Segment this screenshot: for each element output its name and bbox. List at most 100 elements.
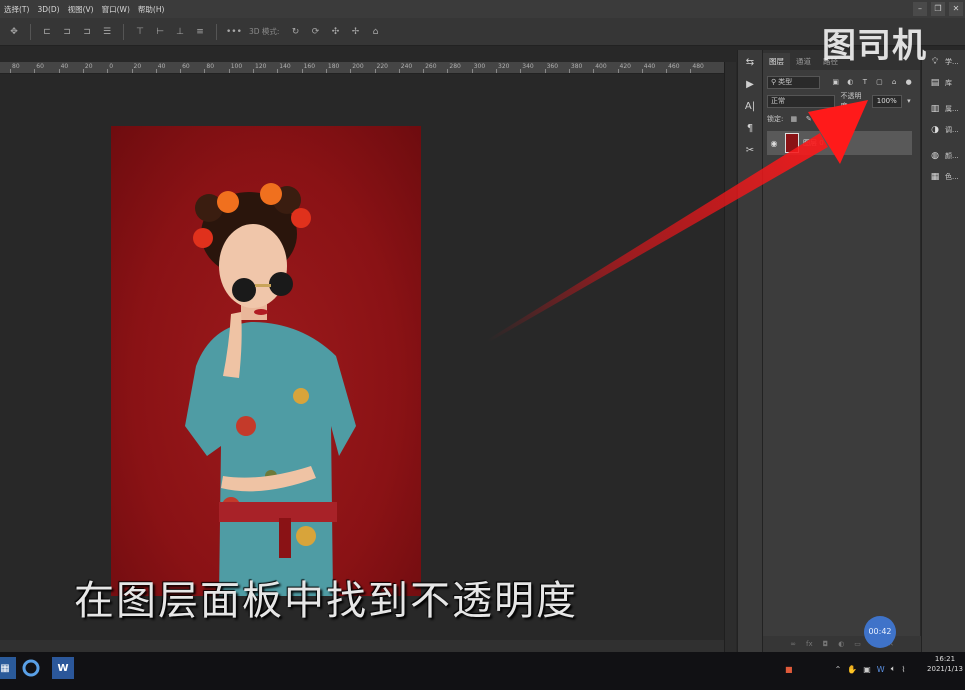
ruler-tick — [277, 69, 279, 73]
menu-select[interactable]: 选择(T) — [0, 4, 33, 15]
browser-icon[interactable] — [20, 657, 42, 679]
ruler-tick-label: 20 — [84, 63, 93, 70]
align-right-icon[interactable]: ⊐ — [80, 25, 94, 39]
library-icon: ▤ — [930, 78, 940, 88]
fx-icon[interactable]: fx — [806, 640, 813, 648]
ruler-tick — [593, 69, 595, 73]
panel-tool-strip: ⇆ ▶ A| ¶ ✂ — [737, 50, 762, 652]
menu-view[interactable]: 视图(V) — [64, 4, 98, 15]
taskbar: ▦ W ■ ⌃ ✋ ▣ W 🔈︎ ⌇ 16:21 2021/1/13 — [0, 652, 965, 690]
word-icon[interactable]: W — [52, 657, 74, 679]
right-panel-item[interactable]: ▤ 库 — [922, 74, 965, 92]
adjustment-filter-icon[interactable]: ◐ — [845, 77, 856, 88]
ruler-tick — [447, 69, 449, 73]
play-icon[interactable]: ▶ — [740, 76, 760, 94]
right-panel-item[interactable]: ▥ 属... — [922, 100, 965, 118]
pan-3d-icon[interactable]: ✣ — [328, 25, 342, 39]
tools-icon[interactable]: ✂ — [740, 142, 760, 160]
character-icon[interactable]: A| — [740, 98, 760, 116]
align-left-icon[interactable]: ⊏ — [40, 25, 54, 39]
ruler-tick-label: 200 — [352, 63, 364, 70]
right-panel-item[interactable]: ◍ 颜... — [922, 147, 965, 165]
canvas-photo — [111, 126, 421, 596]
ruler-tick-label: 420 — [619, 63, 631, 70]
history-icon[interactable]: ⇆ — [740, 54, 760, 72]
tab-channels[interactable]: 通道 — [790, 53, 817, 70]
more-options-icon[interactable]: ••• — [226, 25, 242, 39]
ruler-tick — [34, 69, 36, 73]
roll-3d-icon[interactable]: ⟳ — [308, 25, 322, 39]
divider — [30, 23, 31, 40]
layers-panel-footer: ∞ fx ◘ ◐ ▭ ＋ ✕ — [763, 636, 921, 652]
layer-filter-select[interactable]: ⚲ 类型 — [767, 75, 821, 89]
ruler-tick-label: 280 — [449, 63, 461, 70]
move-icon[interactable]: ✥ — [7, 25, 21, 39]
hand-icon[interactable]: ✋ — [847, 665, 857, 674]
distribute-vertical-icon[interactable]: ≡ — [193, 25, 207, 39]
ruler-tick — [228, 69, 230, 73]
pixel-filter-icon[interactable]: ▣ — [830, 77, 841, 88]
chevron-up-icon[interactable]: ⌃ — [835, 665, 842, 674]
divider — [123, 23, 124, 40]
wifi-icon[interactable]: ⌇ — [902, 665, 906, 674]
ruler-tick-label: 240 — [400, 63, 413, 70]
eye-icon[interactable]: ◉ — [767, 139, 781, 148]
mask-icon[interactable]: ◘ — [823, 640, 829, 648]
filter-toggle-icon[interactable]: ● — [903, 77, 914, 88]
align-top-icon[interactable]: ⊤ — [133, 25, 147, 39]
paragraph-icon[interactable]: ¶ — [740, 120, 760, 138]
vertical-scrollbar[interactable] — [724, 62, 736, 652]
restore-icon[interactable]: ❐ — [931, 2, 945, 16]
layer-filter-value: 类型 — [778, 77, 793, 86]
ruler-tick — [374, 69, 376, 73]
clock-time: 16:21 — [934, 655, 956, 663]
lock-transparent-icon[interactable]: ▦ — [788, 114, 799, 125]
app-tray-icon[interactable]: ■ — [785, 665, 793, 674]
ruler-tick-label: 300 — [473, 63, 486, 70]
distribute-icon[interactable]: ☰ — [100, 25, 114, 39]
start-icon[interactable]: ▦ — [0, 657, 16, 679]
volume-icon[interactable]: 🔈︎ — [891, 664, 896, 674]
ruler-tick-label: 440 — [643, 63, 656, 70]
portrait-illustration — [185, 183, 356, 596]
ruler-tick-label: 80 — [206, 63, 215, 70]
lock-paint-icon[interactable]: ✎ — [803, 114, 814, 125]
tab-layers[interactable]: 图层 — [763, 53, 790, 70]
shape-filter-icon[interactable]: ▢ — [874, 77, 885, 88]
minimize-icon[interactable]: – — [913, 2, 927, 16]
ruler-tick-label: 100 — [230, 63, 243, 70]
search-icon: ⚲ — [771, 77, 777, 86]
rotate-3d-icon[interactable]: ↻ — [288, 25, 302, 39]
ruler-tick — [107, 69, 109, 73]
right-panel-item[interactable]: 💡︎ 学... — [922, 53, 965, 71]
right-panel-item[interactable]: ◑ 调... — [922, 121, 965, 139]
blend-mode-select[interactable]: 正常 — [767, 94, 835, 108]
word-tray-icon[interactable]: W — [877, 665, 885, 674]
align-middle-icon[interactable]: ⊢ — [153, 25, 167, 39]
network-icon[interactable]: ▣ — [863, 665, 871, 674]
close-icon[interactable]: ✕ — [949, 2, 963, 16]
camera-3d-icon[interactable]: ⌂ — [368, 25, 382, 39]
system-clock[interactable]: 16:21 2021/1/13 — [925, 654, 965, 674]
align-center-icon[interactable]: ⊐ — [60, 25, 74, 39]
menu-window[interactable]: 窗口(W) — [98, 4, 134, 15]
slide-3d-icon[interactable]: ✢ — [348, 25, 362, 39]
group-icon[interactable]: ▭ — [854, 640, 861, 648]
smart-object-filter-icon[interactable]: ⌂ — [889, 77, 900, 88]
opacity-dropdown-icon[interactable]: ▾ — [904, 96, 914, 107]
link-icon[interactable]: ∞ — [790, 640, 796, 648]
menu-3d[interactable]: 3D(D) — [33, 5, 63, 14]
document-canvas[interactable] — [0, 74, 724, 640]
right-panel-item[interactable]: ▦ 色... — [922, 168, 965, 186]
ruler-tick-label: 40 — [157, 63, 166, 70]
adjustment-layer-icon[interactable]: ◐ — [838, 640, 844, 648]
lock-move-icon[interactable]: ✥ — [818, 114, 829, 125]
menu-help[interactable]: 帮助(H) — [134, 4, 169, 15]
divider — [216, 23, 217, 40]
opacity-field[interactable]: 100% — [871, 94, 902, 108]
layer-row[interactable]: ◉ 图层 0 — [767, 131, 912, 155]
ruler-tick-label: 80 — [12, 63, 20, 70]
align-bottom-icon[interactable]: ⊥ — [173, 25, 187, 39]
layer-name[interactable]: 图层 0 — [803, 138, 824, 148]
type-filter-icon[interactable]: T — [860, 77, 871, 88]
